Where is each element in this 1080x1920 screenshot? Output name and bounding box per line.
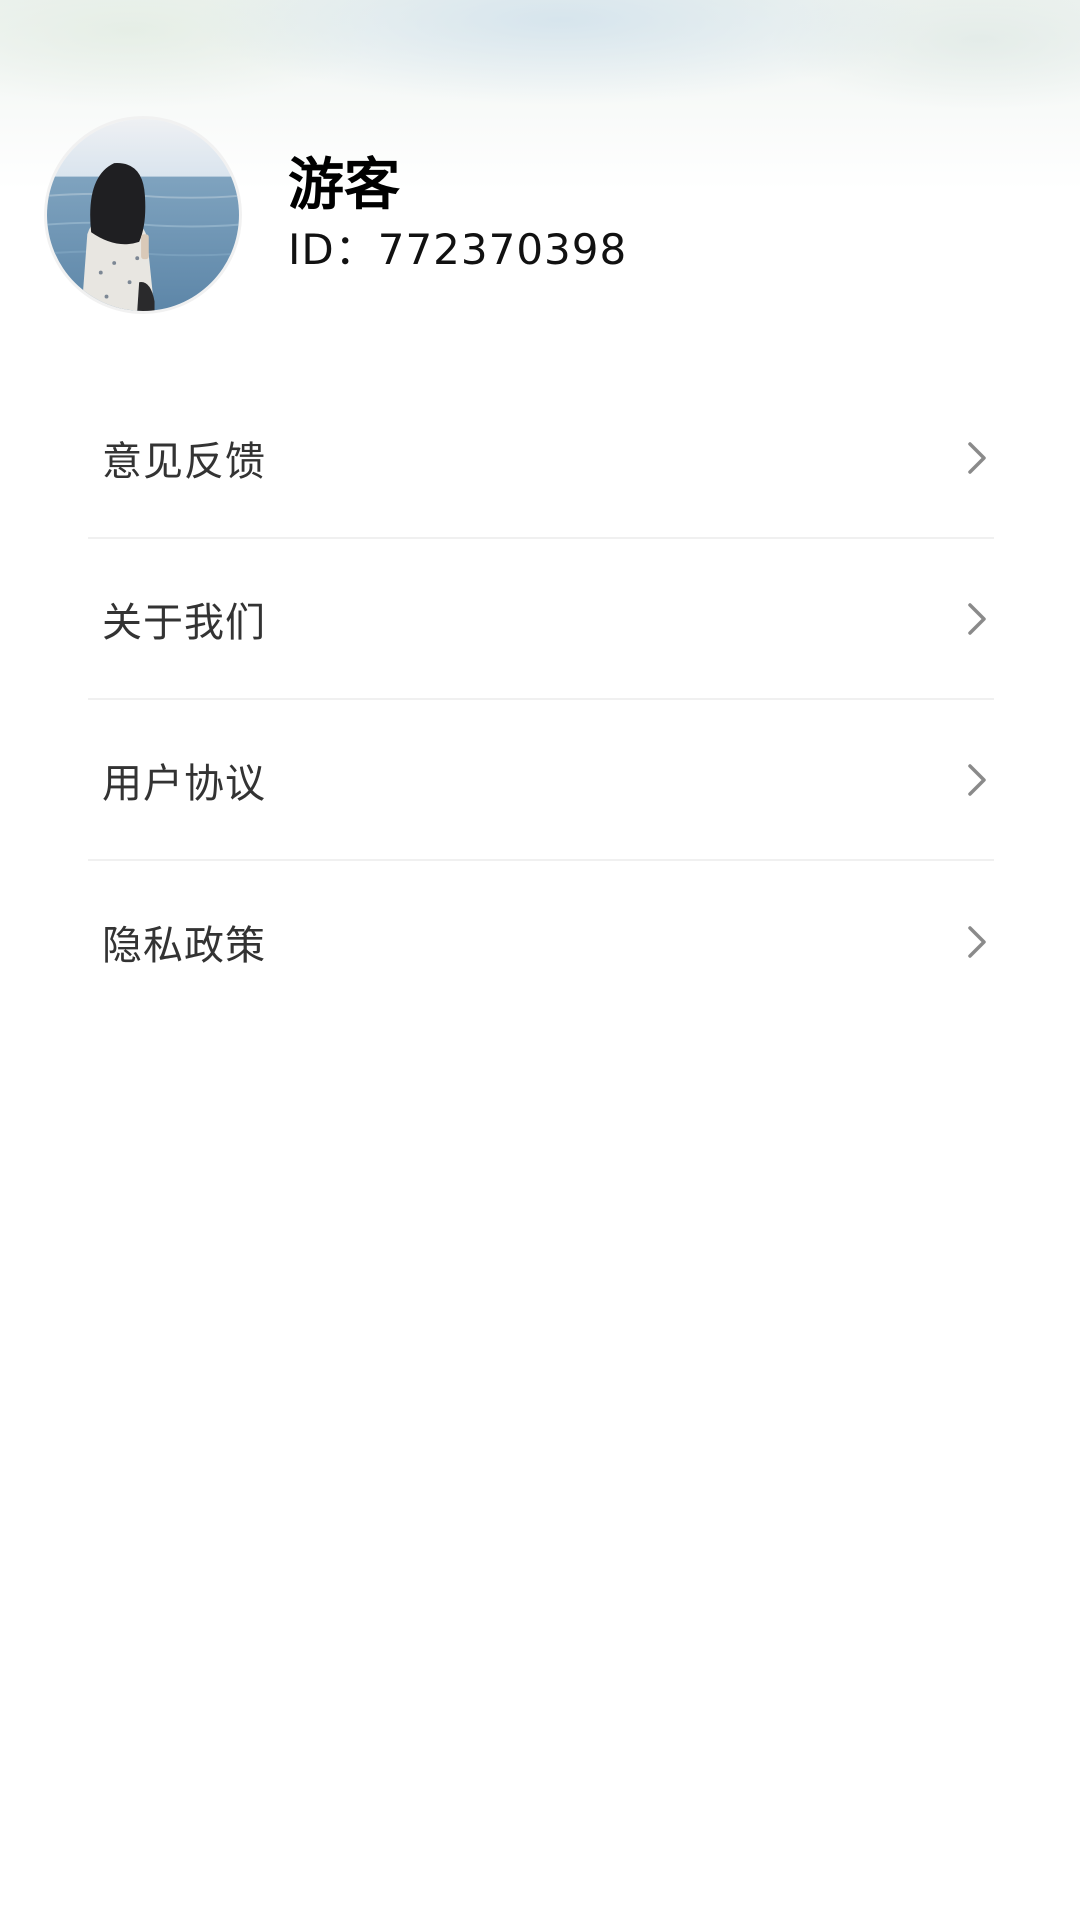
user-id: ID：772370398 <box>288 225 628 274</box>
menu-item-user-agreement[interactable]: 用户协议 <box>88 700 994 861</box>
menu-item-privacy-policy[interactable]: 隐私政策 <box>88 861 994 1022</box>
chevron-right-icon <box>968 763 986 796</box>
menu-item-label: 隐私政策 <box>102 922 266 969</box>
chevron-right-icon <box>968 441 986 474</box>
menu-item-about-us[interactable]: 关于我们 <box>88 539 994 700</box>
menu-item-feedback[interactable]: 意见反馈 <box>88 378 994 539</box>
chevron-right-icon <box>968 925 986 958</box>
avatar[interactable] <box>44 116 242 314</box>
user-info: 游客 ID：772370398 <box>288 152 627 278</box>
menu-item-label: 意见反馈 <box>102 438 266 485</box>
chevron-right-icon <box>968 602 986 635</box>
menu-item-label: 关于我们 <box>102 599 266 646</box>
menu-item-label: 用户协议 <box>102 760 266 807</box>
settings-menu: 意见反馈 关于我们 用户协议 隐私政策 <box>88 378 994 1022</box>
profile-header: 游客 ID：772370398 <box>44 116 627 314</box>
user-name: 游客 <box>288 153 400 218</box>
avatar-photo <box>47 119 239 311</box>
